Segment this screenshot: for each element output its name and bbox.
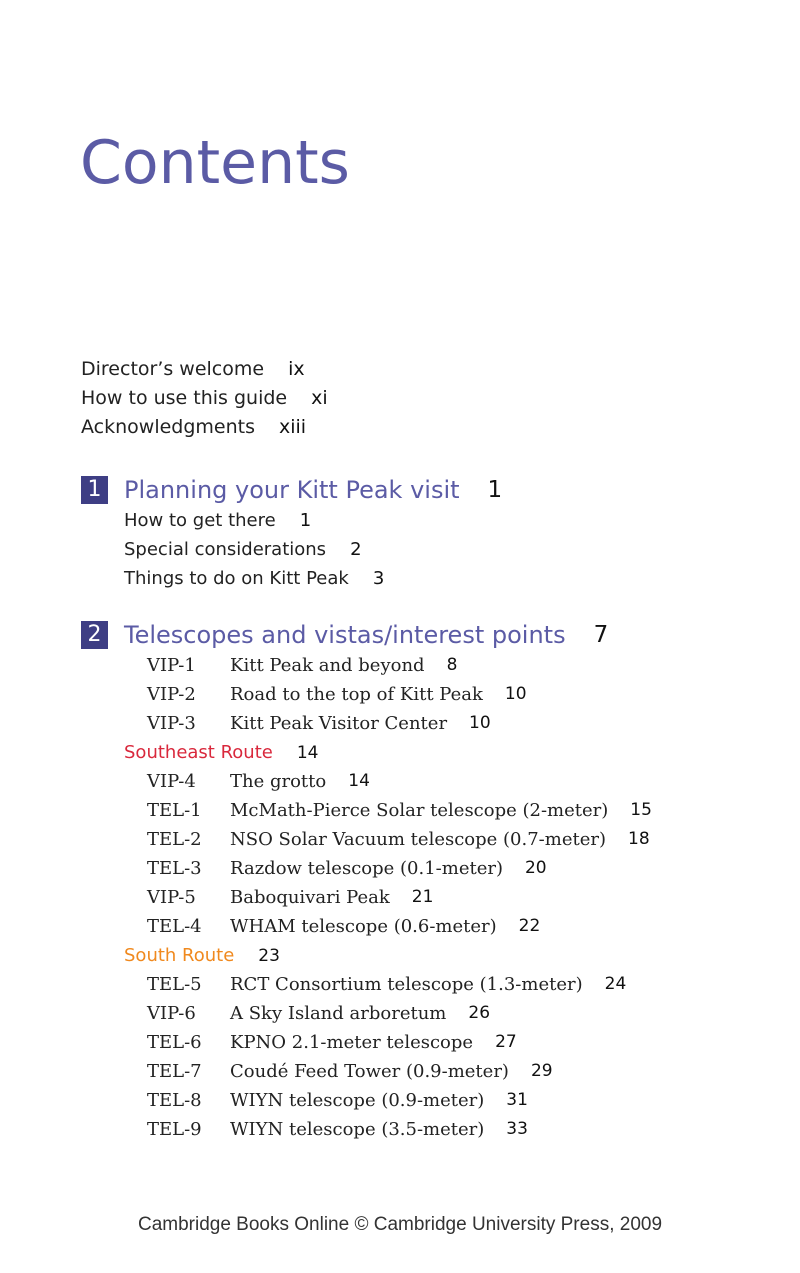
- toc-entry-label: WHAM telescope (0.6-meter): [230, 916, 497, 937]
- toc-page-number: 14: [296, 743, 319, 763]
- entry-code: VIP-4: [147, 771, 196, 792]
- toc-page-number: 3: [372, 568, 385, 589]
- toc-entry-label: WIYN telescope (0.9-meter): [230, 1090, 485, 1111]
- toc-entry-how-to-use[interactable]: How to use this guide xi: [81, 384, 328, 413]
- route-heading-south[interactable]: South Route 23: [81, 941, 652, 970]
- chapter-title: Planning your Kitt Peak visit: [124, 476, 460, 504]
- entry-code: VIP-5: [147, 887, 196, 908]
- toc-entry-label: Kitt Peak Visitor Center: [230, 713, 448, 734]
- entry-code: TEL-3: [147, 858, 202, 879]
- entry-code: TEL-9: [147, 1119, 202, 1140]
- toc-page-number: 18: [628, 829, 650, 849]
- toc-page-number: 20: [524, 858, 547, 878]
- toc-page-number: 23: [258, 946, 280, 966]
- toc-entry-label: WIYN telescope (3.5-meter): [230, 1119, 485, 1140]
- toc-entry[interactable]: Special considerations 2: [81, 535, 502, 564]
- entry-code: TEL-5: [147, 974, 202, 995]
- entry-code: TEL-2: [147, 829, 202, 850]
- toc-entry-directors-welcome[interactable]: Director’s welcome ix: [81, 355, 328, 384]
- toc-page-number: ix: [288, 358, 305, 380]
- chapter-heading[interactable]: 2 Telescopes and vistas/interest points …: [81, 619, 652, 651]
- toc-page-number: 33: [506, 1119, 528, 1139]
- route-name: South Route: [124, 945, 235, 966]
- toc-entry[interactable]: TEL-8 WIYN telescope (0.9-meter) 31: [81, 1086, 652, 1115]
- toc-entry-label: How to use this guide: [81, 387, 288, 409]
- toc-page-number: 21: [411, 887, 434, 907]
- chapter-title: Telescopes and vistas/interest points: [124, 621, 566, 649]
- chapter-number-badge: 1: [81, 476, 108, 504]
- toc-page-number: 10: [469, 713, 491, 733]
- toc-page-number: 29: [530, 1061, 553, 1081]
- copyright-footer: Cambridge Books Online © Cambridge Unive…: [137, 1214, 663, 1235]
- toc-entry[interactable]: TEL-4 WHAM telescope (0.6-meter) 22: [81, 912, 652, 941]
- toc-page-number: 2: [350, 539, 362, 560]
- toc-entry-label: NSO Solar Vacuum telescope (0.7-meter): [230, 829, 606, 850]
- toc-entry[interactable]: VIP-5 Baboquivari Peak 21: [81, 883, 652, 912]
- toc-entry-label: Razdow telescope (0.1-meter): [230, 858, 503, 879]
- toc-entry-label: Kitt Peak and beyond: [230, 655, 425, 676]
- toc-entry-label: Road to the top of Kitt Peak: [230, 684, 483, 705]
- toc-page-number: 26: [468, 1003, 491, 1023]
- toc-page-number: 22: [518, 916, 541, 936]
- toc-entry[interactable]: VIP-4 The grotto 14: [81, 767, 652, 796]
- chapter-page-number: 7: [593, 622, 609, 648]
- toc-entry-label: RCT Consortium telescope (1.3-meter): [230, 974, 583, 995]
- toc-entry[interactable]: VIP-2 Road to the top of Kitt Peak 10: [81, 680, 652, 709]
- toc-entry-label: KPNO 2.1-meter telescope: [230, 1032, 474, 1053]
- toc-entry-label: Baboquivari Peak: [230, 887, 390, 908]
- toc-entry[interactable]: TEL-5 RCT Consortium telescope (1.3-meter…: [81, 970, 652, 999]
- entry-code: TEL-6: [147, 1032, 202, 1053]
- toc-entry-label: The grotto: [230, 771, 327, 792]
- chapter-page-number: 1: [487, 477, 503, 503]
- entry-code: VIP-2: [147, 684, 196, 705]
- toc-entry[interactable]: TEL-2 NSO Solar Vacuum telescope (0.7-met…: [81, 825, 652, 854]
- toc-entry-label: Acknowledgments: [81, 416, 255, 438]
- entry-code: TEL-7: [147, 1061, 202, 1082]
- toc-entry[interactable]: TEL-3 Razdow telescope (0.1-meter) 20: [81, 854, 652, 883]
- toc-entry-label: How to get there: [124, 510, 276, 531]
- chapter-number-badge: 2: [81, 621, 108, 649]
- page-title: Contents: [80, 128, 350, 198]
- toc-page-number: 27: [495, 1032, 517, 1052]
- chapter-heading[interactable]: 1 Planning your Kitt Peak visit 1: [81, 474, 502, 506]
- entry-code: VIP-6: [147, 1003, 196, 1024]
- route-name: Southeast Route: [124, 742, 273, 763]
- toc-page-number: 1: [299, 510, 312, 531]
- toc-page-number: xi: [311, 387, 328, 409]
- toc-entry[interactable]: TEL-9 WIYN telescope (3.5-meter) 33: [81, 1115, 652, 1144]
- toc-page-number: xiii: [279, 416, 307, 438]
- toc-page-number: 24: [604, 974, 627, 994]
- chapter-2: 2 Telescopes and vistas/interest points …: [81, 619, 652, 1144]
- entry-code: TEL-4: [147, 916, 202, 937]
- entry-code: TEL-1: [147, 800, 202, 821]
- toc-entry-label: McMath-Pierce Solar telescope (2-meter): [230, 800, 609, 821]
- chapter-1: 1 Planning your Kitt Peak visit 1 How to…: [81, 474, 502, 593]
- toc-entry[interactable]: Things to do on Kitt Peak 3: [81, 564, 502, 593]
- toc-entry[interactable]: VIP-1 Kitt Peak and beyond 8: [81, 651, 652, 680]
- toc-page-number: 14: [348, 771, 370, 791]
- route-heading-southeast[interactable]: Southeast Route 14: [81, 738, 652, 767]
- toc-page-number: 8: [446, 655, 458, 675]
- entry-code: TEL-8: [147, 1090, 202, 1111]
- toc-entry-label: Things to do on Kitt Peak: [124, 568, 349, 589]
- toc-page-number: 10: [504, 684, 527, 704]
- toc-entry[interactable]: How to get there 1: [81, 506, 502, 535]
- toc-entry[interactable]: TEL-6 KPNO 2.1-meter telescope 27: [81, 1028, 652, 1057]
- toc-page-number: 31: [506, 1090, 528, 1110]
- toc-entry[interactable]: VIP-6 A Sky Island arboretum 26: [81, 999, 652, 1028]
- toc-entry-label: Coudé Feed Tower (0.9-meter): [230, 1061, 509, 1082]
- front-matter-list: Director’s welcome ix How to use this gui…: [81, 355, 328, 442]
- toc-entry[interactable]: TEL-7 Coudé Feed Tower (0.9-meter) 29: [81, 1057, 652, 1086]
- toc-entry[interactable]: TEL-1 McMath-Pierce Solar telescope (2-me…: [81, 796, 652, 825]
- toc-entry-acknowledgments[interactable]: Acknowledgments xiii: [81, 413, 328, 442]
- toc-page-number: 15: [630, 800, 652, 820]
- toc-entry-label: Director’s welcome: [81, 358, 265, 380]
- toc-entry-label: Special considerations: [124, 539, 327, 560]
- entry-code: VIP-1: [147, 655, 196, 676]
- entry-code: VIP-3: [147, 713, 196, 734]
- toc-entry[interactable]: VIP-3 Kitt Peak Visitor Center 10: [81, 709, 652, 738]
- toc-entry-label: A Sky Island arboretum: [230, 1003, 447, 1024]
